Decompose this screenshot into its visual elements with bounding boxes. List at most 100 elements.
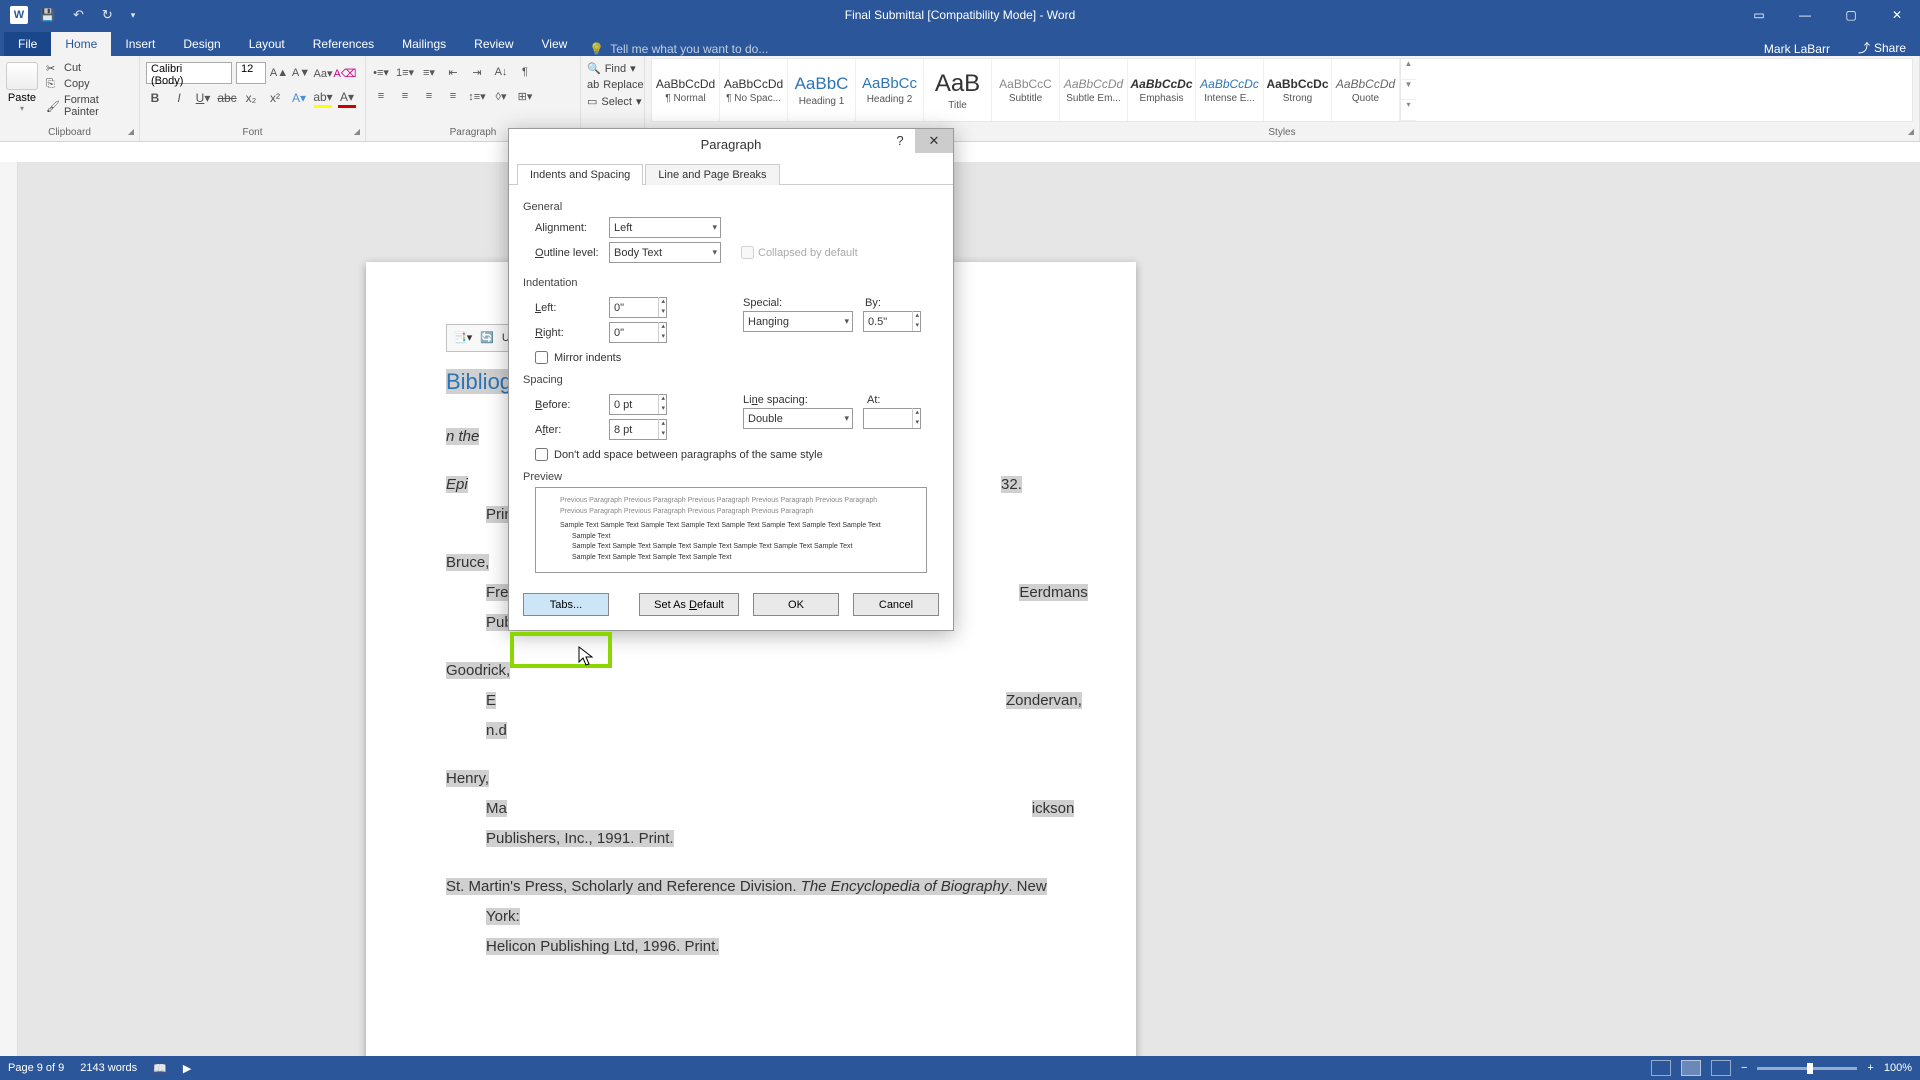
spell-check-icon[interactable]: 📖 xyxy=(153,1062,167,1075)
styles-gallery[interactable]: AaBbCcDd¶ NormalAaBbCcDd¶ No Spac...AaBb… xyxy=(651,58,1913,122)
mirror-indents-checkbox[interactable] xyxy=(535,351,548,364)
read-mode-icon[interactable] xyxy=(1651,1060,1671,1076)
style-item[interactable]: AaBTitle xyxy=(924,59,992,121)
show-marks-icon[interactable]: ¶ xyxy=(516,62,534,82)
tab-insert[interactable]: Insert xyxy=(111,32,169,56)
copy-button[interactable]: ⎘Copy xyxy=(46,78,133,90)
cut-button[interactable]: ✂Cut xyxy=(46,62,133,74)
style-item[interactable]: AaBbCcDd¶ No Spac... xyxy=(720,59,788,121)
tab-design[interactable]: Design xyxy=(169,32,234,56)
alignment-combo[interactable]: Left xyxy=(609,217,721,238)
zoom-in-icon[interactable]: + xyxy=(1867,1062,1873,1074)
style-item[interactable]: AaBbCcHeading 2 xyxy=(856,59,924,121)
ok-button[interactable]: OK xyxy=(753,593,839,616)
share-button[interactable]: ⤴ Share xyxy=(1844,39,1920,56)
undo-icon[interactable]: ↶ xyxy=(73,7,84,23)
font-launcher-icon[interactable]: ◢ xyxy=(351,127,363,139)
tab-file[interactable]: File xyxy=(4,32,51,56)
numbering-icon[interactable]: 1≡▾ xyxy=(396,62,414,82)
align-center-icon[interactable]: ≡ xyxy=(396,86,414,106)
word-count[interactable]: 2143 words xyxy=(80,1062,137,1074)
maximize-icon[interactable]: ▢ xyxy=(1828,0,1874,30)
signed-in-user[interactable]: Mark LaBarr xyxy=(1750,42,1844,56)
tab-mailings[interactable]: Mailings xyxy=(388,32,460,56)
tell-me-search[interactable]: 💡 Tell me what you want to do... xyxy=(589,42,768,56)
align-left-icon[interactable]: ≡ xyxy=(372,86,390,106)
dialog-close-icon[interactable]: ✕ xyxy=(915,129,953,153)
shading-icon[interactable]: ◊▾ xyxy=(492,86,510,106)
align-right-icon[interactable]: ≡ xyxy=(420,86,438,106)
styles-up-icon[interactable]: ▲ xyxy=(1401,59,1416,80)
ribbon-display-icon[interactable]: ▭ xyxy=(1736,0,1782,30)
zoom-level[interactable]: 100% xyxy=(1884,1062,1912,1074)
print-layout-icon[interactable] xyxy=(1681,1060,1701,1076)
subscript-icon[interactable]: x₂ xyxy=(242,88,260,108)
increase-indent-icon[interactable]: ⇥ xyxy=(468,62,486,82)
find-button[interactable]: 🔍Find▾ xyxy=(587,60,638,77)
underline-icon[interactable]: U▾ xyxy=(194,88,212,108)
font-size-combo[interactable]: 12 xyxy=(236,62,266,84)
decrease-indent-icon[interactable]: ⇤ xyxy=(444,62,462,82)
font-name-combo[interactable]: Calibri (Body) xyxy=(146,62,232,84)
qat-customize-icon[interactable]: ▾ xyxy=(131,10,136,21)
tab-review[interactable]: Review xyxy=(460,32,527,56)
redo-icon[interactable]: ↻ xyxy=(102,7,113,23)
format-painter-button[interactable]: 🖌Format Painter xyxy=(46,94,133,118)
set-default-button[interactable]: Set As Default xyxy=(639,593,739,616)
dialog-help-icon[interactable]: ? xyxy=(885,129,915,153)
style-item[interactable]: AaBbCcDcIntense E... xyxy=(1196,59,1264,121)
after-spinner[interactable]: 8 pt xyxy=(609,419,667,440)
minimize-icon[interactable]: — xyxy=(1782,0,1828,30)
justify-icon[interactable]: ≡ xyxy=(444,86,462,106)
tabs-button[interactable]: Tabs... xyxy=(523,593,609,616)
text-effects-icon[interactable]: A▾ xyxy=(290,88,308,108)
style-item[interactable]: AaBbCHeading 1 xyxy=(788,59,856,121)
dialog-title-bar[interactable]: Paragraph ? ✕ xyxy=(509,129,953,159)
multilevel-icon[interactable]: ≡▾ xyxy=(420,62,438,82)
grow-font-icon[interactable]: A▲ xyxy=(270,63,288,83)
styles-down-icon[interactable]: ▼ xyxy=(1401,80,1416,101)
paste-button[interactable]: Paste ▾ xyxy=(6,58,38,118)
line-spacing-combo[interactable]: Double xyxy=(743,408,853,429)
style-item[interactable]: AaBbCcDdQuote xyxy=(1332,59,1400,121)
bullets-icon[interactable]: •≡▾ xyxy=(372,62,390,82)
tab-references[interactable]: References xyxy=(299,32,388,56)
left-indent-spinner[interactable]: 0" xyxy=(609,297,667,318)
zoom-out-icon[interactable]: − xyxy=(1741,1062,1747,1074)
sort-icon[interactable]: A↓ xyxy=(492,62,510,82)
tab-view[interactable]: View xyxy=(528,32,582,56)
style-item[interactable]: AaBbCcDd¶ Normal xyxy=(652,59,720,121)
highlight-icon[interactable]: ab▾ xyxy=(314,88,332,108)
web-layout-icon[interactable] xyxy=(1711,1060,1731,1076)
font-color-icon[interactable]: A▾ xyxy=(338,88,356,108)
clear-format-icon[interactable]: A⌫ xyxy=(336,63,354,83)
style-item[interactable]: AaBbCcDcStrong xyxy=(1264,59,1332,121)
change-case-icon[interactable]: Aa▾ xyxy=(314,63,332,83)
page-indicator[interactable]: Page 9 of 9 xyxy=(8,1062,64,1074)
right-indent-spinner[interactable]: 0" xyxy=(609,322,667,343)
clipboard-launcher-icon[interactable]: ◢ xyxy=(125,127,137,139)
strike-icon[interactable]: abc xyxy=(218,88,236,108)
outline-level-combo[interactable]: Body Text xyxy=(609,242,721,263)
save-icon[interactable]: 💾 xyxy=(40,8,55,22)
style-item[interactable]: AaBbCcDdSubtle Em... xyxy=(1060,59,1128,121)
replace-button[interactable]: abReplace xyxy=(587,77,638,93)
tab-indents-spacing[interactable]: Indents and Spacing xyxy=(517,164,643,185)
superscript-icon[interactable]: x² xyxy=(266,88,284,108)
close-icon[interactable]: ✕ xyxy=(1874,0,1920,30)
special-combo[interactable]: Hanging xyxy=(743,311,853,332)
by-spinner[interactable]: 0.5" xyxy=(863,311,921,332)
macro-icon[interactable]: ▶ xyxy=(183,1062,191,1075)
bold-icon[interactable]: B xyxy=(146,88,164,108)
style-item[interactable]: AaBbCcCSubtitle xyxy=(992,59,1060,121)
cancel-button[interactable]: Cancel xyxy=(853,593,939,616)
select-button[interactable]: ▭Select▾ xyxy=(587,93,638,110)
tab-home[interactable]: Home xyxy=(51,32,111,56)
before-spinner[interactable]: 0 pt xyxy=(609,394,667,415)
tab-line-breaks[interactable]: Line and Page Breaks xyxy=(645,164,779,185)
at-spinner[interactable] xyxy=(863,408,921,429)
dont-add-space-checkbox[interactable] xyxy=(535,448,548,461)
styles-launcher-icon[interactable]: ◢ xyxy=(1905,127,1917,139)
tab-layout[interactable]: Layout xyxy=(235,32,299,56)
borders-icon[interactable]: ⊞▾ xyxy=(516,86,534,106)
